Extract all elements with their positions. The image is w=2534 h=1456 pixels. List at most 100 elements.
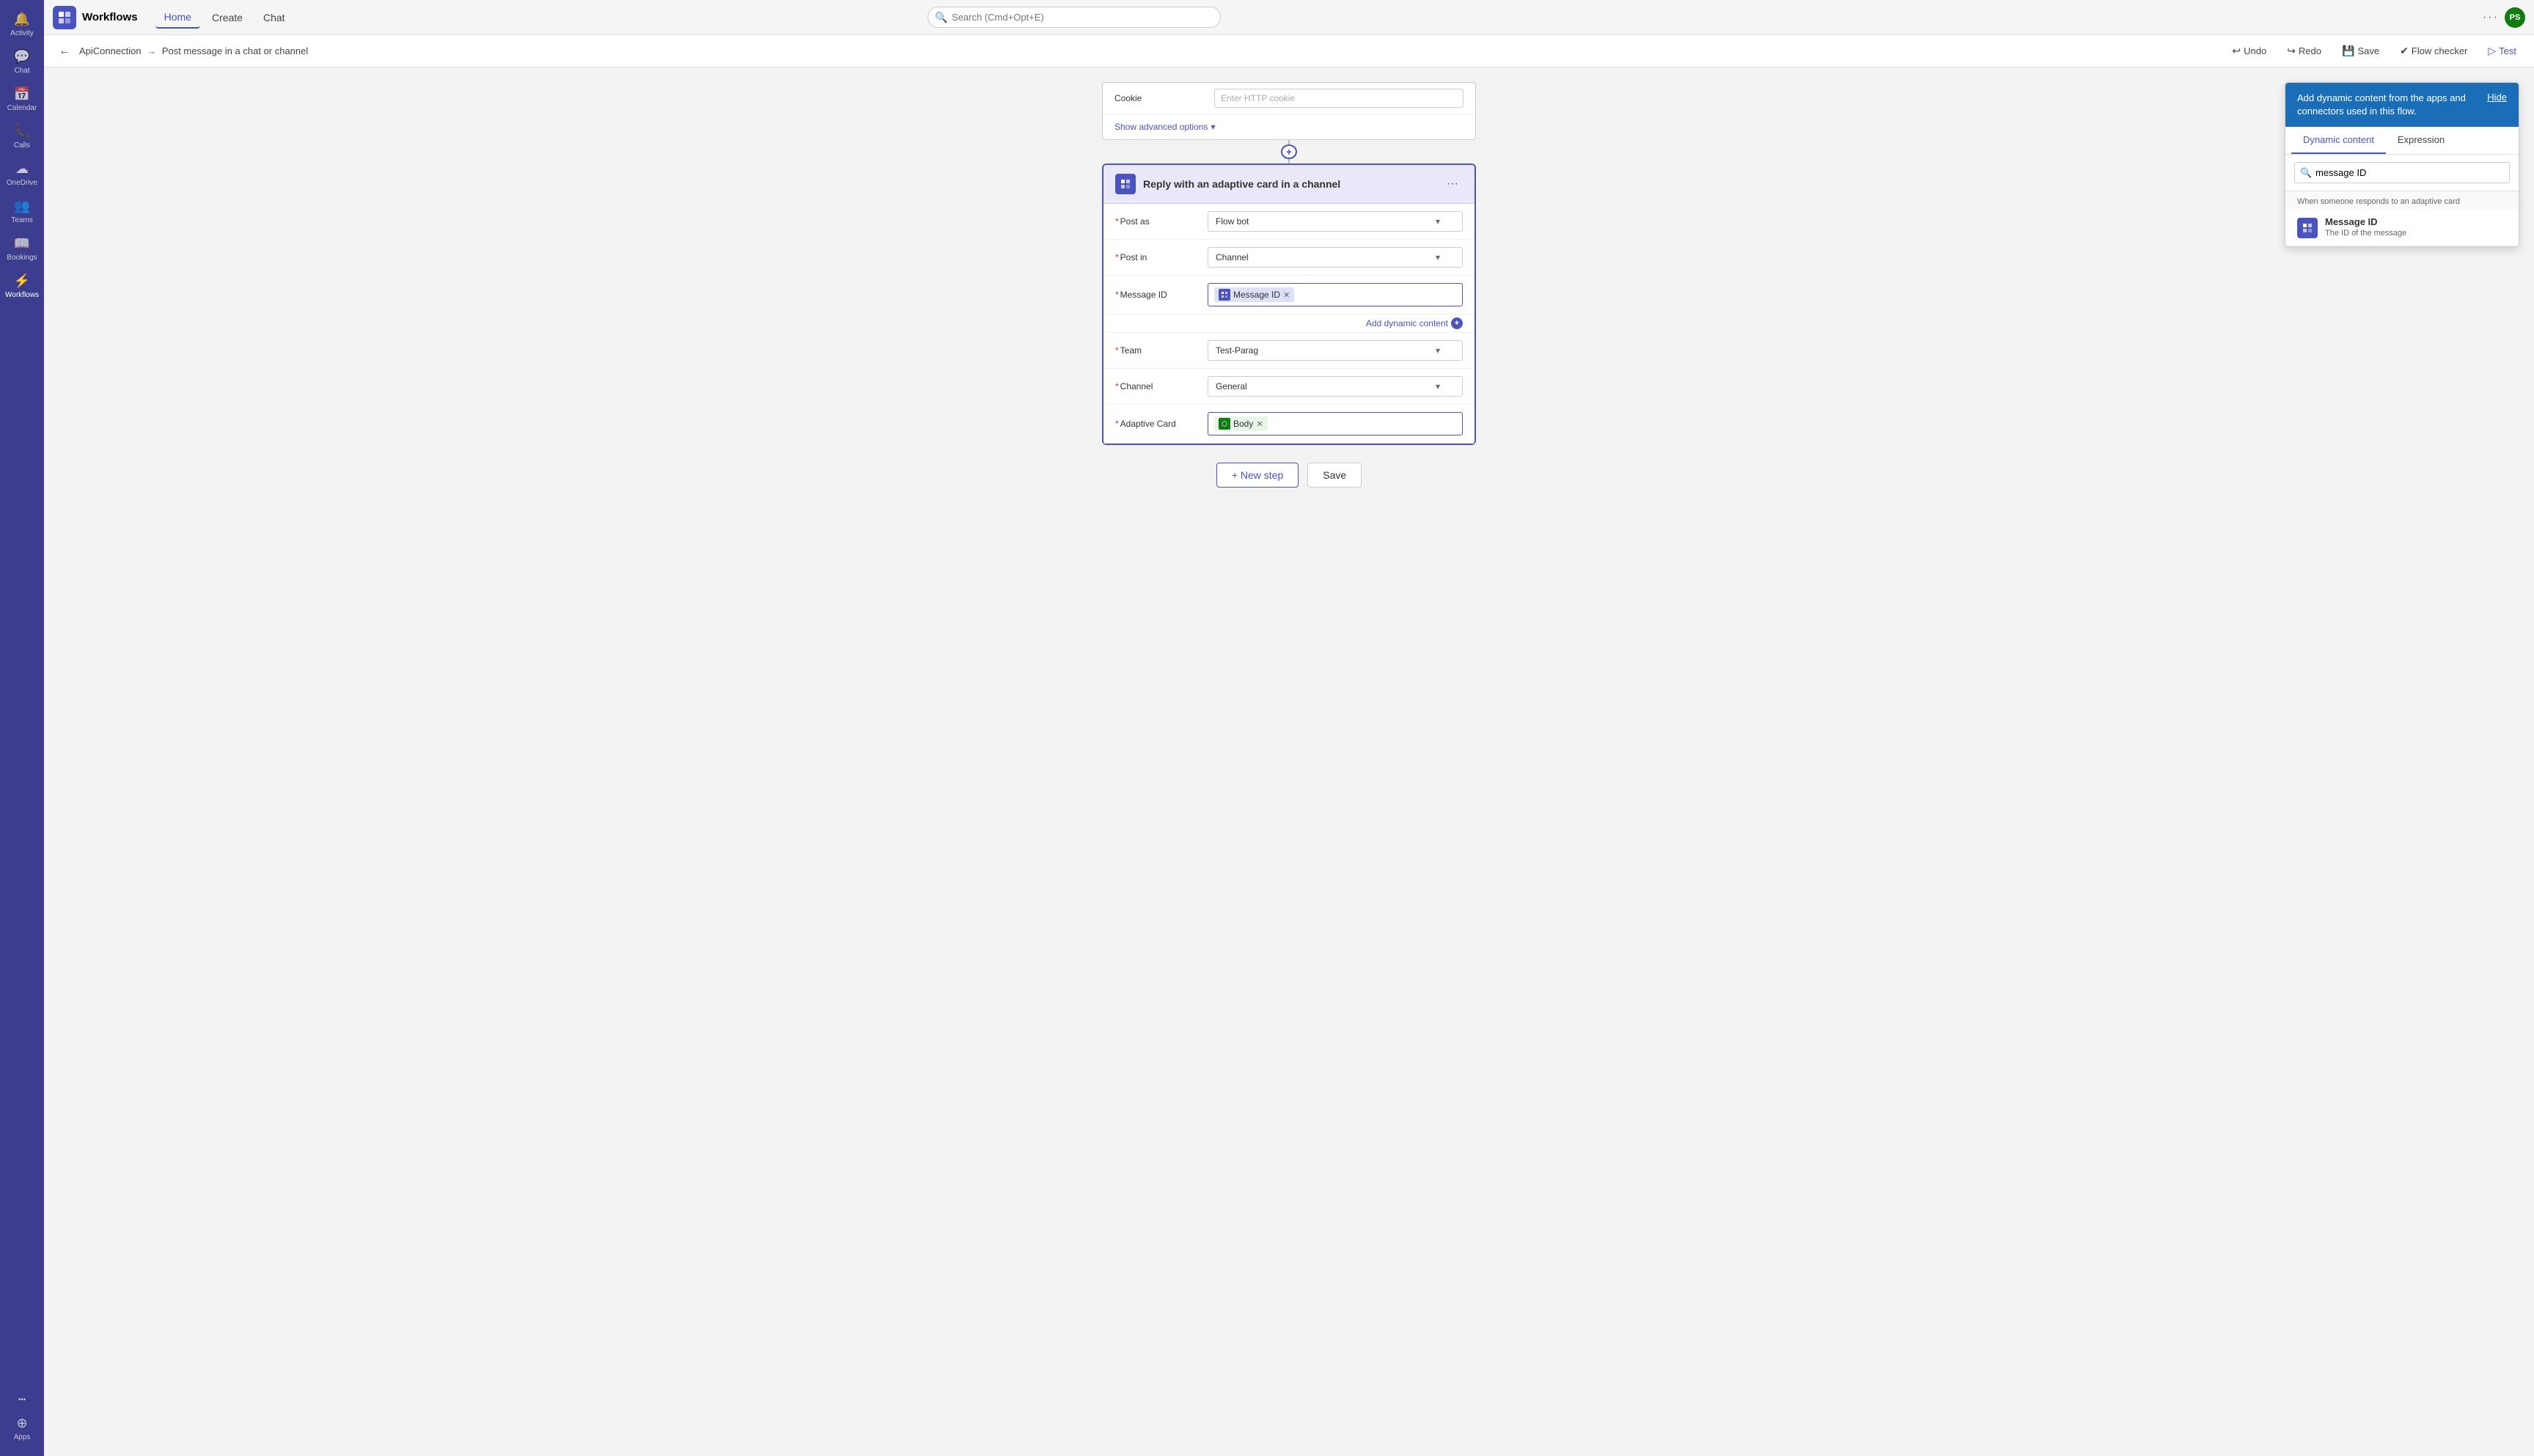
body-token-close[interactable]: ✕ <box>1256 419 1263 429</box>
calls-icon: 📞 <box>14 124 30 139</box>
adaptive-card-label: *Adaptive Card <box>1115 419 1196 429</box>
sidebar-item-bookings[interactable]: 📖 Bookings <box>0 230 44 268</box>
cookie-card: Cookie Show advanced options ▾ <box>1102 82 1476 140</box>
adaptive-card-field[interactable]: ⬡ Body ✕ <box>1208 412 1463 435</box>
canvas-save-button[interactable]: Save <box>1307 463 1362 488</box>
post-in-dropdown[interactable]: Channel ▾ <box>1208 247 1463 268</box>
dynamic-hide-button[interactable]: Hide <box>2487 92 2507 103</box>
app-title: Workflows <box>82 11 138 23</box>
apps-icon: ⊕ <box>16 1416 27 1431</box>
bookings-icon: 📖 <box>14 236 30 251</box>
sidebar-item-chat[interactable]: 💬 Chat <box>0 43 44 81</box>
topbar-more-icon[interactable]: ··· <box>2483 11 2499 24</box>
sub-topbar: ← ApiConnection → Post message in a chat… <box>44 35 2534 67</box>
message-id-row: *Message ID <box>1103 276 1475 315</box>
dynamic-tab-expression[interactable]: Expression <box>2386 127 2456 154</box>
dynamic-search-input[interactable] <box>2294 162 2510 183</box>
activity-icon: 🔔 <box>14 12 30 27</box>
message-id-value: Message ID ✕ <box>1208 283 1463 306</box>
channel-dropdown[interactable]: General ▾ <box>1208 376 1463 397</box>
show-advanced-btn[interactable]: Show advanced options ▾ <box>1103 114 1475 139</box>
add-dynamic-button[interactable]: Add dynamic content + <box>1366 317 1463 329</box>
post-in-value: Channel ▾ <box>1208 247 1463 268</box>
body-token-icon: ⬡ <box>1219 418 1230 430</box>
message-id-token-close[interactable]: ✕ <box>1283 290 1290 300</box>
undo-button[interactable]: ↩ Undo <box>2226 42 2272 60</box>
dynamic-panel-header-text: Add dynamic content from the apps and co… <box>2297 92 2481 118</box>
required-star6: * <box>1115 419 1119 429</box>
dynamic-item-desc: The ID of the message <box>2325 229 2406 238</box>
back-button[interactable]: ← <box>56 42 73 61</box>
body-token-text: Body <box>1233 419 1253 429</box>
user-avatar[interactable]: PS <box>2505 7 2525 28</box>
add-dynamic-icon: + <box>1451 317 1463 329</box>
add-step-plus-button[interactable]: + <box>1281 144 1297 159</box>
dynamic-item-message-id[interactable]: Message ID The ID of the message <box>2285 209 2519 246</box>
dynamic-item-text: Message ID The ID of the message <box>2325 216 2406 238</box>
sidebar-item-apps[interactable]: ⊕ Apps <box>0 1410 44 1447</box>
team-dropdown[interactable]: Test-Parag ▾ <box>1208 340 1463 361</box>
cookie-input[interactable] <box>1214 89 1464 108</box>
channel-label: *Channel <box>1115 381 1196 391</box>
message-id-token-text: Message ID <box>1233 290 1280 300</box>
flow-canvas: Cookie Show advanced options ▾ + <box>44 67 2534 1456</box>
post-as-chevron-icon: ▾ <box>1436 216 1440 227</box>
search-input[interactable] <box>928 7 1221 28</box>
nav-home[interactable]: Home <box>155 7 200 29</box>
post-as-value: Flow bot ▾ <box>1208 211 1463 232</box>
breadcrumb: ApiConnection → Post message in a chat o… <box>79 45 308 56</box>
toolbar-actions: ↩ Undo ↪ Redo 💾 Save ✔ Flow checker ▷ Te… <box>2226 42 2522 60</box>
dynamic-item-name: Message ID <box>2325 216 2406 227</box>
team-row: *Team Test-Parag ▾ <box>1103 333 1475 369</box>
adaptive-card-row: *Adaptive Card ⬡ Body ✕ <box>1103 405 1475 444</box>
nav-chat[interactable]: Chat <box>254 7 294 28</box>
sidebar-item-calendar[interactable]: 📅 Calendar <box>0 81 44 118</box>
token-teams-icon <box>1219 289 1230 301</box>
breadcrumb-part1: ApiConnection <box>79 45 142 56</box>
flow-checker-button[interactable]: ✔ Flow checker <box>2394 42 2473 60</box>
post-as-dropdown[interactable]: Flow bot ▾ <box>1208 211 1463 232</box>
sidebar-ellipsis[interactable]: ••• <box>0 1390 44 1410</box>
dynamic-tabs: Dynamic content Expression <box>2285 127 2519 155</box>
teams-icon: 👥 <box>14 199 30 214</box>
card-fields: *Post as Flow bot ▾ *Post in <box>1103 204 1475 444</box>
sidebar: 🔔 Activity 💬 Chat 📅 Calendar 📞 Calls ☁ O… <box>0 0 44 1456</box>
post-in-chevron-icon: ▾ <box>1436 252 1440 262</box>
undo-icon: ↩ <box>2232 45 2241 57</box>
redo-icon: ↪ <box>2287 45 2296 57</box>
required-star5: * <box>1115 381 1119 391</box>
cookie-label: Cookie <box>1114 93 1202 103</box>
sidebar-item-workflows[interactable]: ⚡ Workflows <box>0 268 44 305</box>
team-value: Test-Parag ▾ <box>1208 340 1463 361</box>
flow-content: Cookie Show advanced options ▾ + <box>959 82 1619 1441</box>
calendar-icon: 📅 <box>14 87 30 102</box>
card-menu-button[interactable]: ··· <box>1442 176 1463 192</box>
message-id-field[interactable]: Message ID ✕ <box>1208 283 1463 306</box>
nav-create[interactable]: Create <box>203 7 251 28</box>
reply-card-header: Reply with an adaptive card in a channel… <box>1103 165 1475 204</box>
reply-card-title: Reply with an adaptive card in a channel <box>1143 178 1435 190</box>
test-button[interactable]: ▷ Test <box>2482 42 2522 60</box>
connector-line-bottom <box>1288 159 1290 163</box>
cookie-field-row: Cookie <box>1103 83 1475 114</box>
channel-row: *Channel General ▾ <box>1103 369 1475 405</box>
channel-value: General ▾ <box>1208 376 1463 397</box>
checker-icon: ✔ <box>2400 45 2409 57</box>
add-dynamic-row: Add dynamic content + <box>1103 315 1475 333</box>
save-button[interactable]: 💾 Save <box>2336 42 2385 60</box>
redo-button[interactable]: ↪ Redo <box>2281 42 2327 60</box>
sidebar-item-activity[interactable]: 🔔 Activity <box>0 6 44 43</box>
ellipsis-icon: ••• <box>18 1396 26 1404</box>
new-step-button[interactable]: + New step <box>1216 463 1299 488</box>
sidebar-item-onedrive[interactable]: ☁ OneDrive <box>0 155 44 193</box>
post-as-label: *Post as <box>1115 216 1196 227</box>
sidebar-item-calls[interactable]: 📞 Calls <box>0 118 44 155</box>
topbar-search-container: 🔍 <box>928 7 1221 28</box>
main-area: Workflows Home Create Chat 🔍 ··· PS ← Ap… <box>44 0 2534 1456</box>
adaptive-card-value: ⬡ Body ✕ <box>1208 412 1463 435</box>
connector-plus: + <box>1281 140 1297 163</box>
topbar-right: ··· PS <box>2483 7 2525 28</box>
message-id-token: Message ID ✕ <box>1214 287 1294 302</box>
dynamic-tab-content[interactable]: Dynamic content <box>2291 127 2386 154</box>
sidebar-item-teams[interactable]: 👥 Teams <box>0 193 44 230</box>
